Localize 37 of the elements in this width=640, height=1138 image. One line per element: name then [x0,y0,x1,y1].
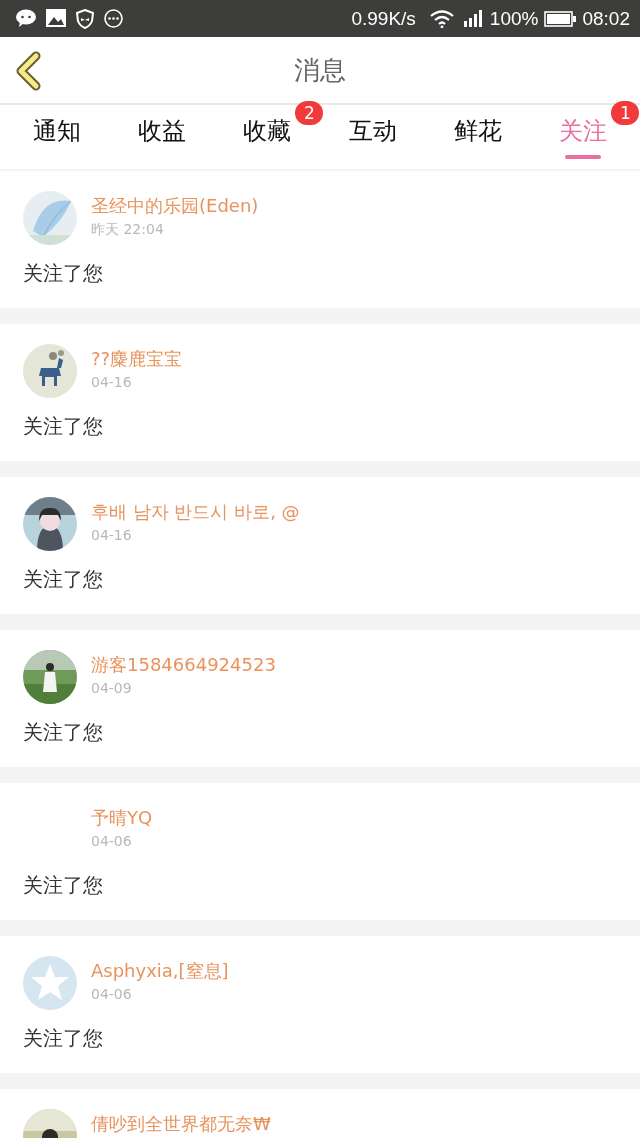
message-time: 04-16 [91,526,133,545]
clock: 08:02 [582,7,630,30]
battery-percent: 100% [489,7,539,30]
shield-icon [76,8,94,29]
more-icon [104,8,123,28]
message-text: 关注了您 [23,260,104,287]
default-avatar-icon [23,956,77,1010]
message-text: 关注了您 [23,566,104,593]
message-text: 关注了您 [23,719,104,746]
wifi-icon [429,9,454,28]
page-title: 消息 [294,53,346,87]
message-card[interactable]: ??麋鹿宝宝 04-16 关注了您 [0,324,640,461]
network-speed: 0.99K/s [351,7,416,30]
message-text: 关注了您 [23,413,104,440]
message-card[interactable]: 圣经中的乐园(Eden) 昨天 22:04 关注了您 [0,171,640,308]
image-icon [46,8,66,27]
message-text: 关注了您 [23,872,104,899]
count-badge: 2 [295,101,324,125]
tab[interactable]: 鲜花 [451,105,504,161]
message-time: 04-09 [91,679,133,698]
message-time: 04-06 [91,832,133,851]
tab[interactable]: 互动 [346,105,399,161]
tab[interactable]: 通知 [30,105,83,161]
count-badge: 1 [611,101,640,125]
message-time: 昨天 22:04 [91,220,165,239]
message-time: 04-06 [91,985,133,1004]
message-card[interactable]: Asphyxia,[窒息] 04-06 关注了您 [0,936,640,1073]
tab[interactable]: 收益 [136,105,188,161]
signal-icon [463,10,484,27]
battery-icon [544,10,577,27]
message-time: 04-16 [91,373,133,392]
message-text: 关注了您 [23,1025,104,1052]
message-card[interactable]: 予晴YQ 04-06 关注了您 [0,783,640,920]
message-card[interactable]: 후배 남자 반드시 바로, @ 04-16 关注了您 [0,477,640,614]
message-card[interactable]: 游客1584664924523 04-09 关注了您 [0,630,640,767]
chat-icon [16,8,36,27]
tab-indicator [565,155,602,159]
